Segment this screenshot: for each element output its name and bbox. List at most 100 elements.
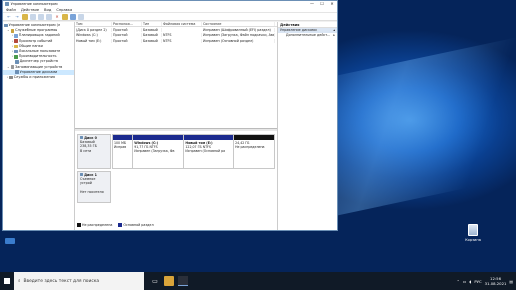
column-header-type[interactable]: Тип	[142, 22, 162, 27]
start-button[interactable]	[0, 272, 14, 290]
partition-efi[interactable]: 100 МБ Исправ	[113, 135, 134, 168]
partition-new-volume-e[interactable]: Новый том (E:) 122,07 ГБ NTFS Исправен (Ос…	[184, 135, 235, 168]
console-tree: Управление компьютером (л ⌄ Служебные про…	[3, 22, 75, 230]
volume-layout: Простой	[112, 38, 142, 43]
menu-view[interactable]: Вид	[44, 8, 51, 12]
users-icon	[14, 49, 18, 54]
volume-name: (Диск 0 раздел 2)	[75, 28, 112, 33]
tools-icon	[10, 28, 15, 33]
primary-swatch	[118, 223, 123, 227]
toolbar: ← → ✕	[3, 13, 337, 21]
chevron-down-icon[interactable]: ⌄	[7, 65, 10, 70]
disk-1-empty-area	[111, 171, 275, 203]
volume-layout: Простой	[112, 33, 142, 38]
maximize-button[interactable]: ☐	[317, 1, 327, 7]
notifications-icon[interactable]: ▤	[509, 279, 513, 284]
volume-type: Базовый	[142, 38, 162, 43]
computer-icon	[4, 23, 8, 28]
legend-unallocated: Не распределена	[77, 223, 112, 227]
taskbar-search-box[interactable]: ⌕ Введите здесь текст для поиска	[14, 272, 144, 290]
partition-unallocated[interactable]: 24,42 ГБ Не распределена	[234, 135, 275, 168]
desktop-icon-3[interactable]	[5, 238, 15, 244]
folder-up-icon[interactable]	[22, 13, 28, 20]
disk-0-row: Диск 0 Базовый 238,35 ГБ В сети 100 МБ Ис…	[77, 134, 275, 169]
legend-label: Не распределена	[82, 223, 113, 227]
open-folder-icon[interactable]	[62, 13, 68, 20]
forward-arrow-icon[interactable]: →	[14, 14, 20, 20]
delete-icon[interactable]: ✕	[54, 14, 60, 20]
column-header-layout[interactable]: Располож...	[112, 22, 142, 27]
clock-date: 31.08.2021	[484, 281, 507, 286]
volume-layout: Простой	[112, 28, 142, 33]
help-icon[interactable]	[46, 13, 52, 20]
search-placeholder: Введите здесь текст для поиска	[23, 278, 100, 284]
volume-status: Исправен (Загрузка, Файл подкачки, Ава	[203, 33, 275, 38]
partition-windows-c[interactable]: Windows (C:) 91,77 ГБ NTFS Исправен (Загру…	[133, 135, 185, 168]
disk-type: Съемное устрой	[80, 177, 96, 186]
table-row[interactable]: Windows (C:) Простой Базовый NTFS Исправ…	[75, 33, 277, 38]
legend-label: Основной раздел	[123, 223, 154, 227]
task-view-icon[interactable]: ▭	[150, 276, 160, 286]
volume-type: Базовый	[142, 28, 162, 33]
list-view-icon[interactable]	[78, 13, 84, 20]
close-button[interactable]: ✕	[327, 1, 337, 7]
computer-management-window[interactable]: Управление компьютером — ☐ ✕ Файл Действ…	[2, 0, 338, 231]
disk-1-label[interactable]: Диск 1 Съемное устрой Нет носителя	[77, 171, 111, 203]
disk-0-partitions: 100 МБ Исправ Windows (C:) 91,77 ГБ NTFS Ис…	[112, 134, 275, 169]
disk-icon	[80, 173, 83, 176]
scheduler-icon	[14, 34, 18, 38]
menu-help[interactable]: Справка	[56, 8, 72, 12]
search-icon: ⌕	[18, 279, 21, 284]
chevron-right-icon[interactable]: ›	[12, 54, 13, 59]
volume-list: Том Располож... Тип Файловая система Сос…	[75, 22, 277, 129]
menu-action[interactable]: Действие	[21, 8, 39, 12]
volume-filesystem: NTFS	[162, 33, 202, 38]
partition-status: Исправен (Загрузка, Фа	[134, 149, 175, 153]
menu-file[interactable]: Файл	[6, 8, 16, 12]
chevron-down-icon[interactable]: ⌄	[7, 28, 10, 33]
back-arrow-icon[interactable]: ←	[6, 14, 12, 20]
actions-pane: Действия Управление дисками ▴ Дополнитель…	[277, 22, 337, 230]
computer-management-taskbar-icon[interactable]	[178, 276, 188, 286]
main-pane: Том Располож... Тип Файловая система Сос…	[75, 22, 277, 230]
chevron-right-icon[interactable]: ›	[7, 75, 8, 80]
column-header-status[interactable]: Состояние	[202, 22, 275, 27]
partition-status: Исправен (Основной ра	[185, 149, 226, 153]
services-icon	[9, 75, 13, 80]
clock[interactable]: 12:56 31.08.2021	[485, 276, 507, 286]
disk-status: В сети	[80, 148, 92, 153]
event-viewer-icon	[14, 39, 18, 43]
disk-0-label[interactable]: Диск 0 Базовый 238,35 ГБ В сети	[77, 134, 111, 169]
console-tree-icon[interactable]	[30, 13, 36, 20]
recycle-bin-icon	[468, 224, 478, 236]
more-actions-link[interactable]: Дополнительные дейст... ▸	[278, 33, 337, 38]
minimize-button[interactable]: —	[307, 1, 317, 7]
tree-label: Службы и приложения	[13, 74, 55, 79]
volume-name: Windows (C:)	[75, 33, 112, 38]
recycle-bin[interactable]: Корзина	[463, 224, 483, 242]
legend: Не распределена Основной раздел	[77, 223, 154, 227]
tree-item-services[interactable]: › Службы и приложения	[3, 75, 74, 80]
network-icon[interactable]: ▭	[463, 279, 467, 284]
storage-icon	[10, 65, 15, 69]
column-header-filesystem[interactable]: Файловая система	[162, 22, 202, 27]
graphical-disk-view: Диск 0 Базовый 238,35 ГБ В сети 100 МБ Ис…	[75, 131, 277, 230]
volume-icon[interactable]: ◖	[469, 279, 471, 284]
properties-icon[interactable]	[38, 13, 44, 20]
volume-status: Исправен (Шифрованный (EFI) раздел)	[202, 28, 275, 33]
submenu-arrow-icon: ▸	[333, 33, 335, 38]
more-actions-label: Дополнительные дейст...	[286, 33, 331, 38]
unallocated-swatch	[77, 223, 81, 227]
column-header-volume[interactable]: Том	[75, 22, 112, 27]
show-hidden-icons-chevron-icon[interactable]: ⌃	[457, 279, 460, 284]
input-language[interactable]: РУС	[474, 279, 481, 284]
table-row[interactable]: Новый том (E:) Простой Базовый NTFS Испр…	[75, 38, 277, 43]
disk-icon[interactable]	[70, 13, 76, 20]
file-explorer-icon[interactable]	[164, 276, 174, 286]
system-tray: ⌃ ▭ ◖ РУС 12:56 31.08.2021 ▤	[457, 276, 516, 286]
window-title: Управление компьютером	[10, 2, 58, 6]
partition-status: Не распределена	[235, 145, 265, 149]
device-manager-icon	[15, 60, 19, 64]
volume-filesystem: NTFS	[162, 38, 202, 43]
disk-icon	[80, 136, 83, 139]
